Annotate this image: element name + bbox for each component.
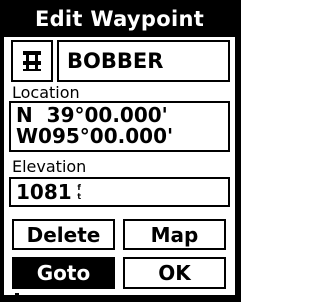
- page-title-text: Edit Waypoint: [34, 6, 205, 31]
- waypoint-symbol-icon: [23, 51, 41, 71]
- left-bezel: [0, 0, 4, 302]
- bottom-bezel: [0, 295, 241, 302]
- location-label: Location: [12, 83, 80, 102]
- longitude-value: W095°00.000': [16, 124, 174, 148]
- latitude-value: N 39°00.000': [16, 103, 168, 127]
- elevation-unit: ft: [74, 183, 84, 201]
- waypoint-name-field[interactable]: BOBBER: [57, 40, 230, 82]
- goto-button[interactable]: Goto: [12, 257, 115, 289]
- page-title: Edit Waypoint: [4, 0, 235, 37]
- delete-button[interactable]: Delete: [12, 219, 115, 250]
- right-bezel: [235, 0, 241, 302]
- elevation-label: Elevation: [12, 157, 87, 176]
- location-field[interactable]: N 39°00.000' W095°00.000': [9, 101, 230, 152]
- edit-waypoint-screen: Edit Waypoint BOBBER Location N 39°00.00…: [0, 0, 241, 302]
- waypoint-name-value: BOBBER: [67, 49, 164, 73]
- elevation-value: 1081: [16, 180, 72, 204]
- elevation-field[interactable]: 1081 ft: [9, 177, 230, 207]
- waypoint-symbol-button[interactable]: [11, 40, 53, 82]
- page-indicator: [15, 293, 19, 296]
- map-button[interactable]: Map: [123, 219, 226, 250]
- ok-button[interactable]: OK: [123, 257, 226, 289]
